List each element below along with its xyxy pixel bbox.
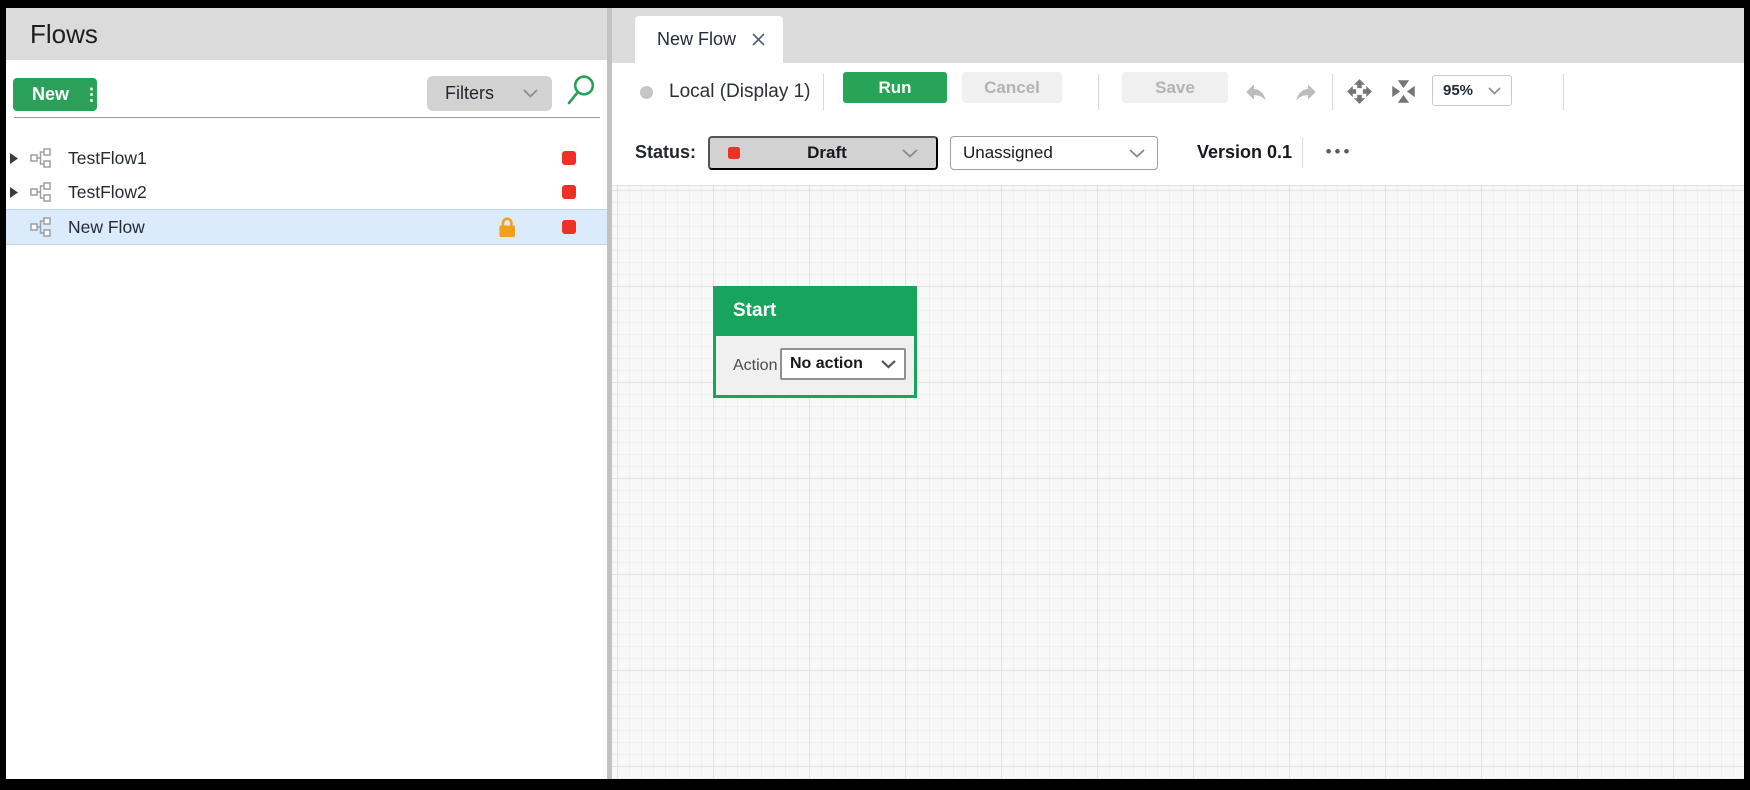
action-dropdown[interactable]: No action — [780, 348, 906, 380]
flow-status-bar: Status: Draft Unassigned Version 0.1 ••• — [612, 120, 1744, 185]
zoom-level-value: 95% — [1443, 82, 1474, 99]
save-button[interactable]: Save — [1122, 72, 1228, 103]
flows-sidebar: Flows New ⋮ Filters TestFlow1 TestFlow2 … — [6, 8, 607, 779]
status-dropdown[interactable]: Draft — [708, 136, 938, 170]
assignment-dropdown[interactable]: Unassigned — [950, 136, 1158, 170]
tab-label: New Flow — [657, 29, 737, 49]
action-label: Action — [733, 356, 778, 374]
start-node-body: Action No action — [713, 336, 917, 398]
chevron-down-icon — [902, 148, 918, 158]
flow-list-item-testflow1[interactable]: TestFlow1 — [6, 141, 607, 175]
chevron-down-icon — [881, 359, 896, 369]
undo-icon — [1243, 79, 1269, 105]
version-label: Version 0.1 — [1197, 142, 1293, 162]
status-indicator-red — [562, 185, 576, 199]
chevron-down-icon — [1488, 86, 1501, 95]
search-button[interactable] — [564, 72, 600, 110]
flow-list-item-testflow2[interactable]: TestFlow2 — [6, 175, 607, 209]
status-color-indicator — [728, 147, 740, 159]
sidebar-title: Flows — [30, 18, 98, 49]
editor-toolbar: Local (Display 1) Run Cancel Save 95% — [612, 63, 1744, 120]
filters-dropdown[interactable]: Filters — [427, 76, 552, 111]
toolbar-divider — [1098, 74, 1099, 110]
zoom-level-select[interactable]: 95% — [1432, 75, 1512, 106]
new-flow-button-label: New — [32, 84, 70, 104]
status-label: Status: — [635, 142, 697, 162]
status-indicator-red — [562, 220, 576, 234]
flow-icon — [30, 148, 52, 168]
pan-button[interactable] — [1346, 78, 1373, 105]
redo-icon — [1293, 79, 1319, 105]
search-icon — [564, 73, 600, 109]
redo-button[interactable] — [1293, 79, 1319, 105]
flow-icon — [30, 182, 52, 202]
flow-name: New Flow — [68, 216, 145, 237]
toolbar-divider — [1563, 74, 1564, 110]
toolbar-divider — [823, 74, 824, 110]
flow-editor-panel: New Flow Local (Display 1) Run Cancel Sa… — [612, 8, 1744, 779]
expand-arrow-icon[interactable] — [10, 152, 20, 164]
start-node-title: Start — [733, 300, 777, 321]
statusbar-divider — [1302, 138, 1303, 168]
kebab-menu-icon[interactable]: ⋮ — [83, 85, 100, 105]
fit-content-icon — [1390, 78, 1417, 105]
flow-name: TestFlow2 — [68, 181, 147, 202]
status-indicator-red — [562, 151, 576, 165]
connection-label: Local (Display 1) — [669, 80, 811, 102]
move-arrows-icon — [1346, 78, 1373, 105]
filters-label: Filters — [445, 83, 494, 103]
undo-button[interactable] — [1243, 79, 1269, 105]
cancel-button[interactable]: Cancel — [962, 72, 1062, 103]
fit-to-view-button[interactable] — [1390, 78, 1417, 105]
toolbar-divider — [1332, 74, 1333, 110]
tab-new-flow[interactable]: New Flow — [635, 16, 783, 63]
more-options-button[interactable]: ••• — [1316, 132, 1362, 172]
chevron-down-icon — [523, 89, 538, 98]
assignment-value: Unassigned — [963, 143, 1053, 162]
app-window: Flows New ⋮ Filters TestFlow1 TestFlow2 … — [6, 8, 1744, 779]
flow-canvas[interactable]: Start Action No action — [612, 185, 1744, 779]
flow-name: TestFlow1 — [68, 147, 147, 168]
status-value: Draft — [807, 143, 847, 162]
chevron-down-icon — [1129, 148, 1145, 158]
start-node[interactable]: Start Action No action — [713, 286, 917, 398]
run-button[interactable]: Run — [843, 72, 947, 103]
lock-icon — [497, 215, 517, 244]
start-node-header[interactable]: Start — [713, 286, 917, 336]
sidebar-header: Flows — [6, 8, 607, 60]
new-flow-button[interactable]: New ⋮ — [13, 78, 100, 111]
action-value: No action — [790, 355, 863, 372]
connection-status-dot — [640, 86, 653, 99]
expand-arrow-icon[interactable] — [10, 186, 20, 198]
flow-list-item-new-flow[interactable]: New Flow — [6, 209, 607, 245]
close-icon[interactable] — [752, 33, 765, 46]
list-separator — [14, 117, 600, 118]
flow-icon — [30, 217, 52, 237]
